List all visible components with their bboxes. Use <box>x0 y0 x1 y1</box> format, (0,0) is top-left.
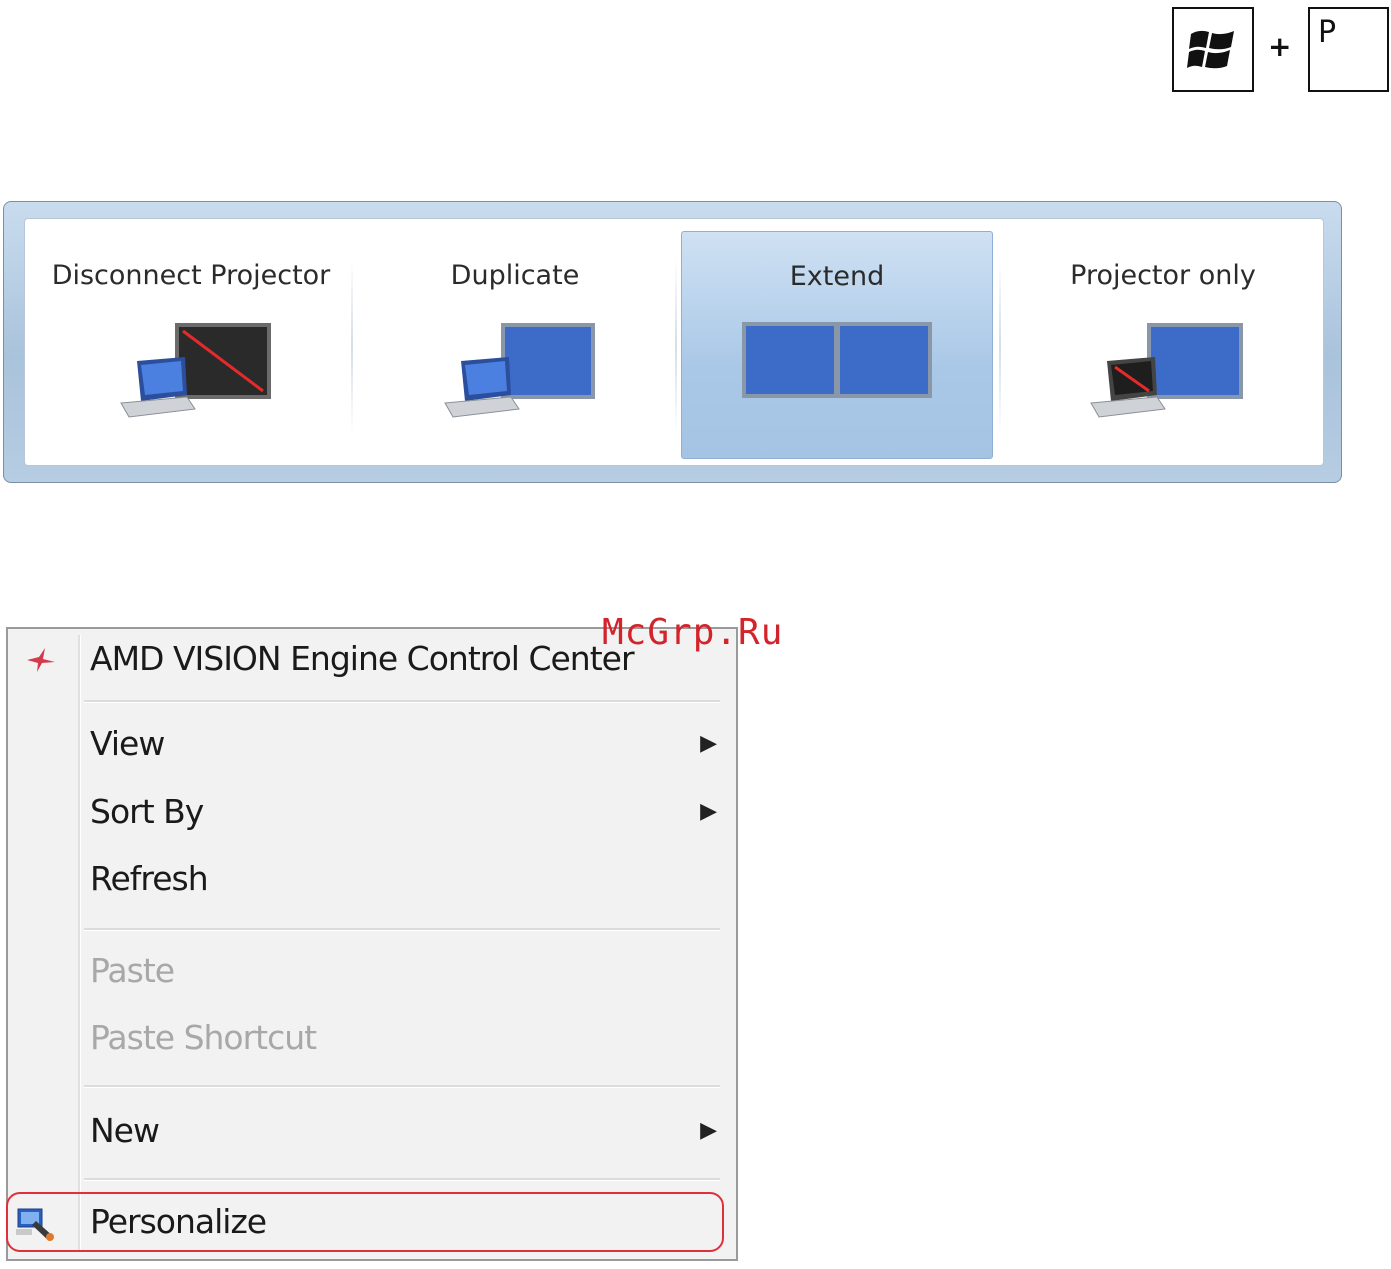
menu-item-new[interactable]: New ▶ <box>90 1105 720 1157</box>
menu-item-label: Paste <box>90 951 175 990</box>
menu-separator <box>84 928 720 931</box>
plus-sign: + <box>1268 30 1292 63</box>
option-label: Disconnect Projector <box>51 260 331 291</box>
p-key-label: P <box>1318 15 1337 50</box>
menu-icon-gutter <box>78 635 81 1251</box>
menu-separator <box>84 700 720 703</box>
menu-item-label: Paste Shortcut <box>90 1018 317 1057</box>
menu-separator <box>84 1178 720 1181</box>
disconnect-projector-icon <box>120 323 271 418</box>
submenu-arrow-icon: ▶ <box>700 1118 717 1143</box>
menu-separator <box>84 1085 720 1088</box>
option-label: Projector only <box>1070 260 1256 291</box>
option-separator <box>999 257 1001 435</box>
submenu-arrow-icon: ▶ <box>700 799 717 824</box>
menu-item-label: View <box>90 724 165 763</box>
projector-switcher: Disconnect Projector Duplicate Extend Pr… <box>3 201 1342 483</box>
menu-item-label: New <box>90 1111 160 1150</box>
option-label: Duplicate <box>450 260 580 291</box>
menu-item-refresh[interactable]: Refresh <box>90 853 720 905</box>
option-projector-only[interactable]: Projector only <box>1007 231 1319 459</box>
menu-item-label: Refresh <box>90 859 209 898</box>
projector-only-icon <box>1090 323 1243 418</box>
amd-icon <box>27 648 55 672</box>
windows-logo-icon <box>1187 30 1234 68</box>
submenu-arrow-icon: ▶ <box>700 731 717 756</box>
menu-item-paste: Paste <box>90 945 720 997</box>
menu-item-view[interactable]: View ▶ <box>90 718 720 770</box>
extend-icon <box>742 322 932 398</box>
personalize-highlight <box>6 1192 724 1252</box>
duplicate-icon <box>444 323 595 418</box>
menu-item-paste-shortcut: Paste Shortcut <box>90 1012 720 1064</box>
option-label: Extend <box>789 261 885 292</box>
option-disconnect-projector[interactable]: Disconnect Projector <box>35 231 347 459</box>
windows-key <box>1172 7 1254 92</box>
watermark: McGrp.Ru <box>602 612 784 653</box>
option-duplicate[interactable]: Duplicate <box>359 231 671 459</box>
menu-item-sort-by[interactable]: Sort By ▶ <box>90 786 720 838</box>
p-key: P <box>1308 7 1389 92</box>
option-extend[interactable]: Extend <box>681 231 993 459</box>
option-separator <box>351 257 353 435</box>
projector-options-panel: Disconnect Projector Duplicate Extend Pr… <box>24 218 1324 466</box>
option-separator <box>675 257 677 435</box>
menu-item-label: Sort By <box>90 792 204 831</box>
menu-item-label: AMD VISION Engine Control Center <box>90 639 635 678</box>
